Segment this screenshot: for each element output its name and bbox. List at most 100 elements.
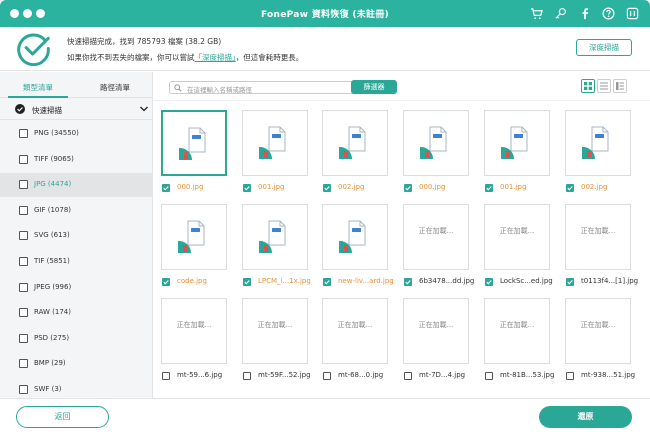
file-checkbox[interactable] (485, 278, 493, 286)
detail-view-icon[interactable] (613, 79, 627, 93)
file-checkbox[interactable] (243, 184, 251, 192)
file-thumbnail[interactable] (161, 110, 227, 176)
type-checkbox[interactable] (19, 385, 28, 394)
type-checkbox[interactable] (19, 154, 28, 164)
file-thumbnail[interactable] (565, 110, 631, 176)
file-checkbox[interactable] (323, 278, 331, 286)
file-name: LPCM_i...1x.jpg (258, 277, 311, 285)
file-thumbnail[interactable]: 正在加載... (565, 204, 631, 270)
type-checkbox[interactable] (19, 205, 28, 215)
file-name-row[interactable]: new-liv...ard.jpg (323, 276, 397, 288)
file-name-row[interactable]: 6b3478...dd.jpg (404, 276, 478, 288)
file-checkbox[interactable] (162, 372, 170, 380)
file-name-row[interactable]: mt-59F...52.jpg (243, 370, 317, 382)
file-thumbnail[interactable] (322, 204, 388, 270)
file-checkbox[interactable] (566, 184, 574, 192)
file-checkbox[interactable] (323, 184, 331, 192)
loading-text: 正在加載... (176, 321, 212, 329)
file-thumbnail[interactable] (242, 110, 308, 176)
file-checkbox[interactable] (404, 184, 412, 192)
file-name-row[interactable]: mt-7D...4.jpg (404, 370, 478, 382)
type-list-item[interactable]: PSD (275) (0, 327, 153, 351)
type-list-item[interactable]: JPEG (996) (0, 276, 153, 300)
file-checkbox[interactable] (566, 372, 574, 380)
file-checkbox[interactable] (404, 372, 412, 380)
deep-scan-button[interactable]: 深度掃描 (576, 39, 632, 56)
type-list-item[interactable]: GIF (1078) (0, 199, 153, 223)
file-thumbnail[interactable]: 正在加載... (322, 298, 388, 364)
file-checkbox[interactable] (323, 372, 331, 380)
type-checkbox[interactable] (19, 333, 28, 343)
file-checkbox[interactable] (162, 184, 170, 192)
file-checkbox[interactable] (243, 372, 251, 380)
type-label: GIF (1078) (34, 205, 72, 214)
type-list-item[interactable]: PNG (34550) (0, 122, 153, 146)
help-icon[interactable] (600, 5, 616, 21)
file-name-row[interactable]: mt-59...6.jpg (162, 370, 236, 382)
quick-scan-group[interactable]: 快速掃描 (0, 98, 153, 120)
type-checkbox[interactable] (19, 257, 28, 266)
file-thumbnail[interactable] (484, 110, 550, 176)
type-list-item[interactable]: TIFF (9065) (0, 148, 153, 172)
file-name-row[interactable]: LockSc...ed.jpg (485, 276, 559, 288)
type-list-item[interactable]: TIF (5851) (0, 250, 153, 274)
file-name-row[interactable]: t0113f4...[1].jpg (566, 276, 640, 288)
file-thumbnail[interactable]: 正在加載... (403, 298, 469, 364)
type-checkbox[interactable] (19, 282, 28, 292)
file-thumbnail[interactable]: 正在加載... (565, 298, 631, 364)
type-list-item[interactable]: RAW (174) (0, 301, 153, 325)
file-name-row[interactable]: mt-938...51.jpg (566, 370, 640, 382)
file-name-row[interactable]: 001.jpg (243, 182, 317, 194)
type-list-item[interactable]: JPG (4474) (0, 173, 153, 198)
search-input[interactable]: 在這裡輸入名稱或路徑 (169, 81, 355, 94)
file-checkbox[interactable] (162, 278, 170, 286)
file-name-row[interactable]: 002.jpg (323, 182, 397, 194)
tab-type-list[interactable]: 類型清單 (8, 82, 68, 93)
file-checkbox[interactable] (404, 278, 412, 286)
deep-scan-link[interactable]: 「深度掃描」 (195, 53, 236, 62)
file-name-row[interactable]: 000.jpg (162, 182, 236, 194)
file-checkbox[interactable] (243, 278, 251, 286)
file-checkbox[interactable] (485, 372, 493, 380)
file-name-row[interactable]: code.jpg (162, 276, 236, 288)
type-list-item[interactable]: SVG (613) (0, 224, 153, 248)
toolbar-divider (154, 100, 650, 101)
type-checkbox[interactable] (19, 308, 28, 318)
file-thumbnail[interactable] (161, 204, 227, 270)
file-thumbnail[interactable]: 正在加載... (403, 204, 469, 270)
cart-icon[interactable] (528, 5, 544, 21)
file-thumbnail[interactable] (242, 204, 308, 270)
type-list-item[interactable]: BMP (29) (0, 352, 153, 376)
file-thumbnail[interactable] (322, 110, 388, 176)
file-name-row[interactable]: mt-68...0.jpg (323, 370, 397, 382)
file-name-row[interactable]: 002.jpg (566, 182, 640, 194)
grid-view-icon[interactable] (581, 79, 595, 93)
back-button[interactable]: 返回 (16, 406, 109, 428)
file-thumbnail[interactable]: 正在加載... (161, 298, 227, 364)
chevron-down-icon[interactable] (139, 104, 149, 114)
facebook-icon[interactable] (576, 5, 592, 21)
key-icon[interactable] (552, 5, 568, 21)
filter-button[interactable]: 篩選器 (351, 80, 397, 94)
file-thumbnail[interactable]: 正在加載... (484, 298, 550, 364)
file-thumbnail[interactable]: 正在加載... (484, 204, 550, 270)
titlebar: FonePaw 資料恢復 (未註冊) (0, 0, 650, 27)
type-label: BMP (29) (34, 359, 66, 368)
file-thumbnail[interactable]: 正在加載... (242, 298, 308, 364)
file-checkbox[interactable] (485, 184, 493, 192)
type-checkbox[interactable] (19, 129, 28, 138)
type-checkbox[interactable] (19, 231, 28, 241)
file-name-row[interactable]: mt-81B...53.jpg (485, 370, 559, 382)
file-name-row[interactable]: LPCM_i...1x.jpg (243, 276, 317, 288)
type-checkbox[interactable] (19, 180, 28, 190)
list-view-icon[interactable] (597, 79, 611, 93)
restore-button[interactable]: 還原 (539, 406, 632, 428)
file-name-row[interactable]: 001.jpg (485, 182, 559, 194)
type-checkbox[interactable] (19, 359, 28, 369)
tab-path-list[interactable]: 路徑清單 (85, 82, 145, 93)
feedback-icon[interactable] (624, 5, 640, 21)
file-name: mt-81B...53.jpg (500, 371, 555, 379)
file-name-row[interactable]: 000.jpg (404, 182, 478, 194)
file-checkbox[interactable] (566, 278, 574, 286)
file-thumbnail[interactable] (403, 110, 469, 176)
